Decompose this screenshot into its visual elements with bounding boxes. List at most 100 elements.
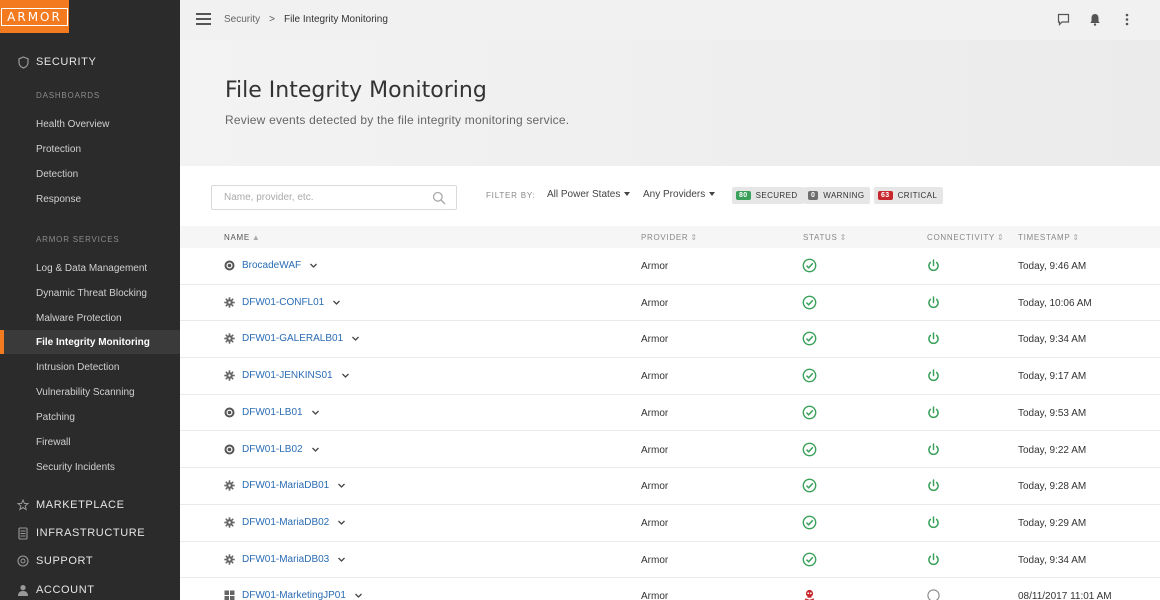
- sidebar-item-vulnerability-scanning[interactable]: Vulnerability Scanning: [0, 380, 180, 404]
- user-icon: [17, 583, 29, 597]
- check-circle-icon: [802, 552, 817, 567]
- warning-badge[interactable]: 0 WARNING: [804, 187, 871, 204]
- host-link[interactable]: DFW01-GALERALB01: [242, 333, 343, 344]
- timestamp-cell: Today, 9:29 AM: [1018, 517, 1087, 529]
- table-row[interactable]: DFW01-MariaDB02 Armor Today, 9:29 AM: [180, 505, 1160, 542]
- power-icon: [926, 258, 941, 273]
- column-header-name[interactable]: NAME ▲: [224, 233, 261, 242]
- sidebar-section-security[interactable]: SECURITY: [0, 51, 180, 73]
- filter-bar: FILTER BY: All Power States Any Provider…: [180, 166, 1160, 226]
- table-row[interactable]: DFW01-MariaDB01 Armor Today, 9:28 AM: [180, 468, 1160, 505]
- sidebar-section-support[interactable]: SUPPORT: [0, 550, 180, 572]
- host-link[interactable]: DFW01-JENKINS01: [242, 370, 333, 381]
- ubuntu-icon: [224, 260, 235, 271]
- provider-cell: Armor: [641, 261, 669, 272]
- host-link[interactable]: BrocadeWAF: [242, 260, 301, 271]
- sidebar-item-dynamic-threat-blocking[interactable]: Dynamic Threat Blocking: [0, 281, 180, 305]
- gear-icon: [224, 480, 235, 491]
- check-circle-icon: [802, 405, 817, 420]
- sidebar-item-intrusion-detection[interactable]: Intrusion Detection: [0, 355, 180, 379]
- chevron-down-icon[interactable]: [337, 481, 346, 490]
- name-cell: DFW01-LB02: [224, 444, 320, 455]
- column-header-status[interactable]: STATUS ⇕: [803, 233, 847, 242]
- chevron-down-icon[interactable]: [337, 555, 346, 564]
- timestamp-cell: Today, 9:53 AM: [1018, 407, 1087, 419]
- table-row[interactable]: DFW01-MarketingJP01 Armor 08/11/2017 11:01…: [180, 578, 1160, 600]
- check-circle-icon: [802, 258, 817, 273]
- gear-icon: [224, 553, 235, 565]
- host-link[interactable]: DFW01-MarketingJP01: [242, 590, 346, 600]
- secured-badge[interactable]: 80 SECURED: [732, 187, 804, 204]
- check-circle-icon: [802, 295, 817, 310]
- warning-label: WARNING: [823, 191, 865, 200]
- gear-icon: [224, 370, 235, 381]
- menu-icon[interactable]: [196, 13, 211, 25]
- host-link[interactable]: DFW01-MariaDB02: [242, 517, 329, 528]
- check-circle-icon: [802, 368, 817, 383]
- check-circle-icon: [802, 478, 817, 493]
- column-header-timestamp[interactable]: TIMESTAMP ⇕: [1018, 233, 1080, 242]
- sidebar-item-firewall[interactable]: Firewall: [0, 430, 180, 454]
- caret-down-icon: [624, 192, 631, 197]
- column-header-connectivity[interactable]: CONNECTIVITY ⇕: [927, 233, 1004, 242]
- column-header-provider[interactable]: PROVIDER ⇕: [641, 233, 698, 242]
- timestamp-cell: 08/11/2017 11:01 AM: [1018, 591, 1112, 600]
- shield-icon: [17, 55, 29, 69]
- table-row[interactable]: BrocadeWAF Armor Today, 9:46 AM: [180, 248, 1160, 285]
- sidebar-section-marketplace[interactable]: MARKETPLACE: [0, 494, 180, 516]
- chevron-down-icon[interactable]: [337, 518, 346, 527]
- breadcrumb-parent[interactable]: Security: [224, 14, 260, 25]
- sidebar-item-response[interactable]: Response: [0, 187, 180, 211]
- host-link[interactable]: DFW01-MariaDB03: [242, 554, 329, 565]
- breadcrumb-separator: >: [269, 14, 275, 25]
- sidebar-item-malware-protection[interactable]: Malware Protection: [0, 306, 180, 330]
- chevron-down-icon[interactable]: [341, 371, 350, 380]
- more-vertical-icon[interactable]: [1120, 12, 1134, 26]
- filter-by-label: FILTER BY:: [486, 191, 536, 200]
- host-link[interactable]: DFW01-CONFL01: [242, 297, 324, 308]
- providers-dropdown[interactable]: Any Providers: [643, 189, 716, 200]
- sidebar-section-account[interactable]: ACCOUNT: [0, 579, 180, 600]
- power-states-dropdown[interactable]: All Power States: [547, 189, 631, 200]
- critical-badge[interactable]: 63 CRITICAL: [874, 187, 944, 204]
- host-link[interactable]: DFW01-LB01: [242, 407, 303, 418]
- table-row[interactable]: DFW01-GALERALB01 Armor Today, 9:34 AM: [180, 321, 1160, 359]
- table-row[interactable]: DFW01-MariaDB03 Armor Today, 9:34 AM: [180, 542, 1160, 579]
- power-icon: [926, 368, 941, 383]
- chevron-down-icon[interactable]: [354, 591, 363, 600]
- host-link[interactable]: DFW01-MariaDB01: [242, 480, 329, 491]
- host-link[interactable]: DFW01-LB02: [242, 444, 303, 455]
- sidebar-item-protection[interactable]: Protection: [0, 137, 180, 161]
- sidebar-item-patching[interactable]: Patching: [0, 405, 180, 429]
- sidebar-item-detection[interactable]: Detection: [0, 162, 180, 186]
- sidebar-section-label: ACCOUNT: [36, 584, 95, 596]
- bell-icon[interactable]: [1088, 12, 1102, 26]
- page-header: File Integrity Monitoring Review events …: [180, 40, 1160, 166]
- table-row[interactable]: DFW01-CONFL01 Armor Today, 10:06 AM: [180, 285, 1160, 322]
- table-row[interactable]: DFW01-LB01 Armor Today, 9:53 AM: [180, 395, 1160, 432]
- sidebar-item-file-integrity-monitoring[interactable]: File Integrity Monitoring: [0, 330, 180, 354]
- chevron-down-icon[interactable]: [311, 408, 320, 417]
- armor-logo[interactable]: ARMOR: [0, 0, 69, 33]
- sidebar-item-log-data-management[interactable]: Log & Data Management: [0, 256, 180, 280]
- sidebar-item-security-incidents[interactable]: Security Incidents: [0, 455, 180, 479]
- table-row[interactable]: DFW01-JENKINS01 Armor Today, 9:17 AM: [180, 358, 1160, 395]
- search-icon[interactable]: [432, 191, 446, 205]
- timestamp-cell: Today, 9:46 AM: [1018, 261, 1087, 272]
- top-bar: Security > File Integrity Monitoring: [180, 0, 1160, 40]
- chevron-down-icon[interactable]: [309, 261, 318, 270]
- sort-icon: ⇕: [996, 233, 1005, 242]
- sidebar-section-infrastructure[interactable]: INFRASTRUCTURE: [0, 522, 180, 544]
- chat-icon[interactable]: [1056, 12, 1070, 26]
- search-input[interactable]: [212, 186, 422, 209]
- chevron-down-icon[interactable]: [311, 445, 320, 454]
- name-cell: DFW01-MariaDB02: [224, 517, 346, 528]
- sidebar-item-health-overview[interactable]: Health Overview: [0, 112, 180, 136]
- chevron-down-icon[interactable]: [332, 298, 341, 307]
- table-row[interactable]: DFW01-LB02 Armor Today, 9:22 AM: [180, 432, 1160, 469]
- timestamp-cell: Today, 9:22 AM: [1018, 444, 1087, 456]
- name-cell: DFW01-CONFL01: [224, 297, 341, 308]
- timestamp-cell: Today, 9:17 AM: [1018, 371, 1087, 383]
- name-cell: DFW01-MariaDB01: [224, 480, 346, 491]
- chevron-down-icon[interactable]: [351, 334, 360, 343]
